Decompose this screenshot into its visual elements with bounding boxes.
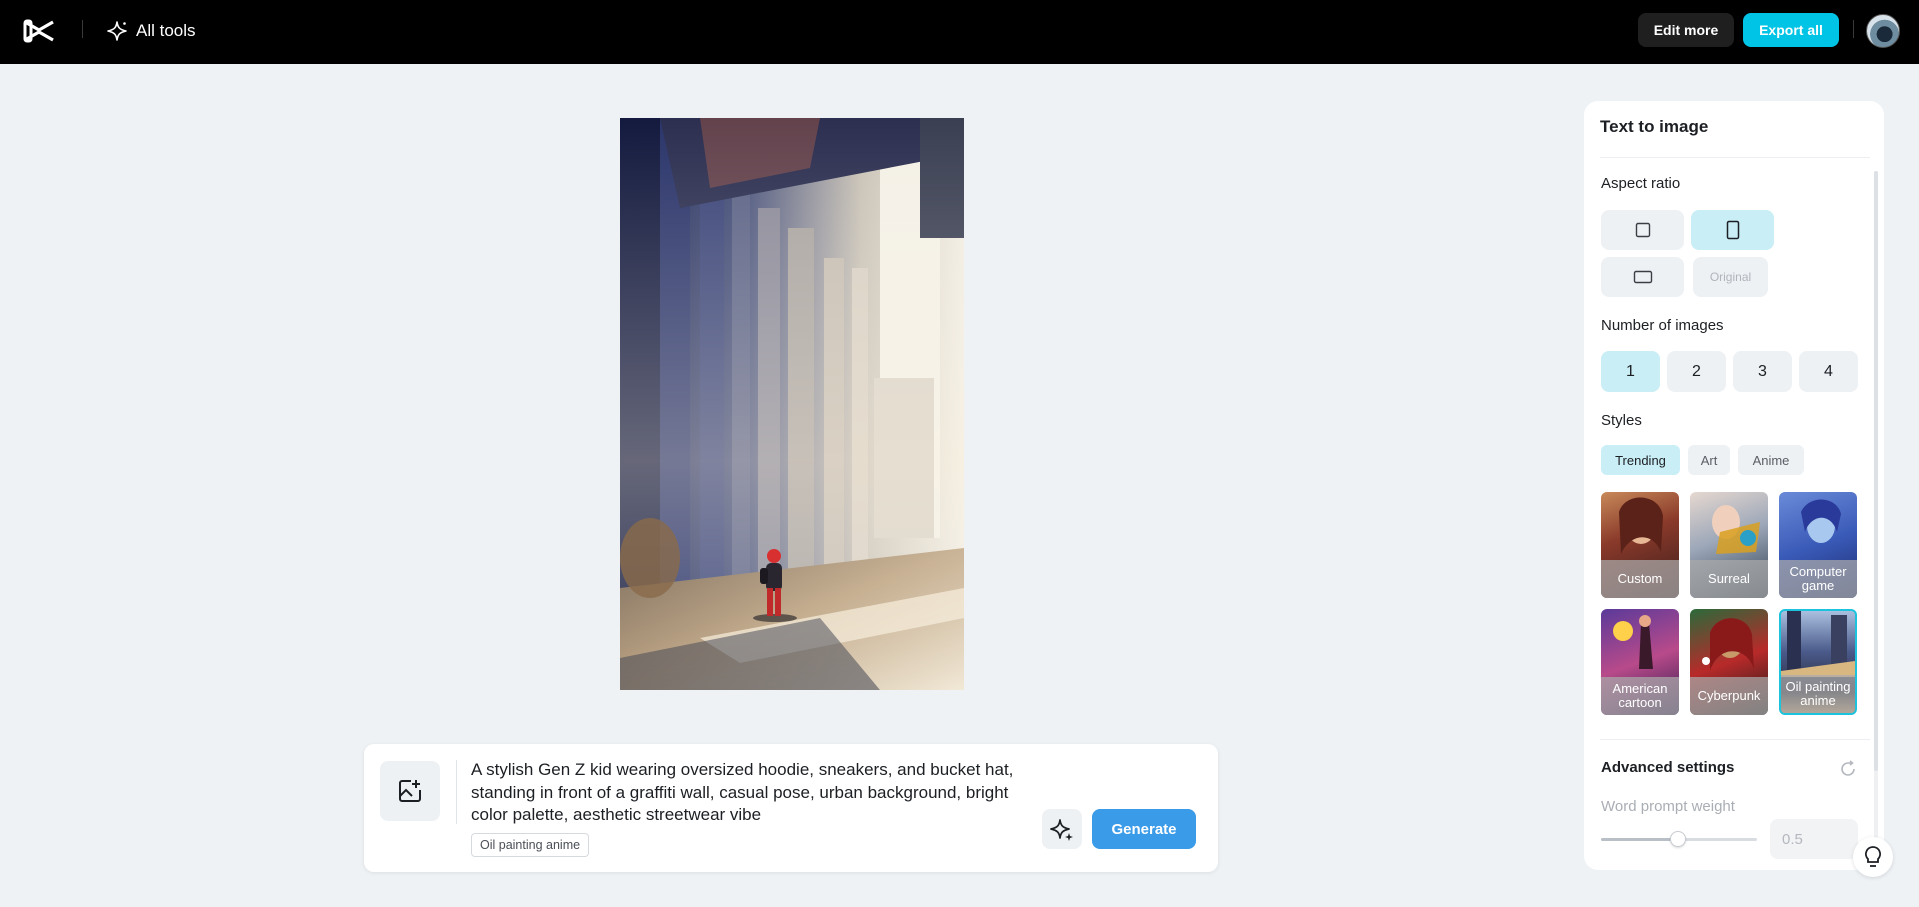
sparkle-icon — [107, 21, 127, 41]
capcut-logo-icon[interactable] — [22, 16, 56, 46]
avatar[interactable] — [1866, 14, 1900, 48]
style-tile-label: Oil painting anime — [1781, 675, 1855, 713]
panel-divider — [1600, 157, 1870, 158]
prompt-input[interactable]: A stylish Gen Z kid wearing oversized ho… — [471, 759, 1031, 827]
aspect-portrait-button[interactable] — [1691, 210, 1774, 250]
edit-more-button[interactable]: Edit more — [1638, 13, 1734, 47]
export-all-button[interactable]: Export all — [1743, 13, 1839, 47]
word-prompt-weight-label: Word prompt weight — [1601, 798, 1735, 815]
style-tile-label: Computer game — [1779, 560, 1857, 598]
image-add-icon — [399, 780, 421, 802]
help-button[interactable] — [1853, 837, 1893, 877]
number-2-button[interactable]: 2 — [1667, 351, 1726, 392]
tab-anime[interactable]: Anime — [1738, 445, 1804, 475]
style-tile-custom[interactable]: Custom — [1601, 492, 1679, 598]
tab-trending[interactable]: Trending — [1601, 445, 1680, 475]
word-prompt-weight-input[interactable]: 0.5 — [1770, 819, 1858, 859]
generated-image[interactable] — [620, 118, 964, 690]
panel-title: Text to image — [1600, 117, 1709, 136]
sparkle-icon — [1050, 819, 1073, 841]
top-bar: All tools Edit more Export all — [0, 0, 1919, 64]
add-reference-image-button[interactable] — [380, 761, 440, 821]
aspect-landscape-button[interactable] — [1601, 257, 1684, 297]
styles-label: Styles — [1601, 412, 1642, 429]
style-tile-label: Surreal — [1690, 560, 1768, 598]
number-of-images-label: Number of images — [1601, 317, 1724, 334]
slider-fill — [1601, 838, 1679, 841]
all-tools-button[interactable]: All tools — [106, 16, 196, 46]
lightbulb-icon — [1865, 846, 1881, 867]
panel-scrollbar-thumb[interactable] — [1874, 171, 1878, 771]
advanced-settings-label: Advanced settings — [1601, 759, 1735, 776]
landscape-icon — [1633, 270, 1652, 284]
aspect-square-button[interactable] — [1601, 210, 1684, 250]
reset-icon[interactable] — [1838, 759, 1858, 779]
square-icon — [1635, 222, 1650, 238]
style-tile-surreal[interactable]: Surreal — [1690, 492, 1768, 598]
style-tile-label: American cartoon — [1601, 677, 1679, 715]
style-tile-oil-painting-anime[interactable]: Oil painting anime — [1779, 609, 1857, 715]
tab-art[interactable]: Art — [1688, 445, 1730, 475]
style-tile-label: Cyberpunk — [1690, 677, 1768, 715]
slider-thumb[interactable] — [1670, 831, 1686, 847]
number-1-button[interactable]: 1 — [1601, 351, 1660, 392]
number-3-button[interactable]: 3 — [1733, 351, 1792, 392]
number-4-button[interactable]: 4 — [1799, 351, 1858, 392]
topbar-divider — [1853, 20, 1854, 38]
style-tile-label: Custom — [1601, 560, 1679, 598]
prompt-card: A stylish Gen Z kid wearing oversized ho… — [364, 744, 1218, 872]
style-tile-american-cartoon[interactable]: American cartoon — [1601, 609, 1679, 715]
selected-style-chip[interactable]: Oil painting anime — [471, 833, 590, 857]
style-tile-cyberpunk[interactable]: Cyberpunk — [1690, 609, 1768, 715]
prompt-divider — [456, 760, 457, 824]
aspect-original-button[interactable]: Original — [1693, 257, 1768, 297]
magic-enhance-button[interactable] — [1042, 809, 1082, 849]
generate-button[interactable]: Generate — [1092, 809, 1196, 849]
portrait-icon — [1726, 220, 1739, 240]
all-tools-label: All tools — [136, 21, 196, 40]
style-tile-computer-game[interactable]: Computer game — [1779, 492, 1857, 598]
advanced-divider — [1600, 739, 1870, 740]
text-to-image-panel: Text to image Aspect ratio Original Numb… — [1584, 101, 1884, 870]
topbar-divider — [82, 20, 83, 38]
aspect-ratio-label: Aspect ratio — [1601, 175, 1681, 192]
